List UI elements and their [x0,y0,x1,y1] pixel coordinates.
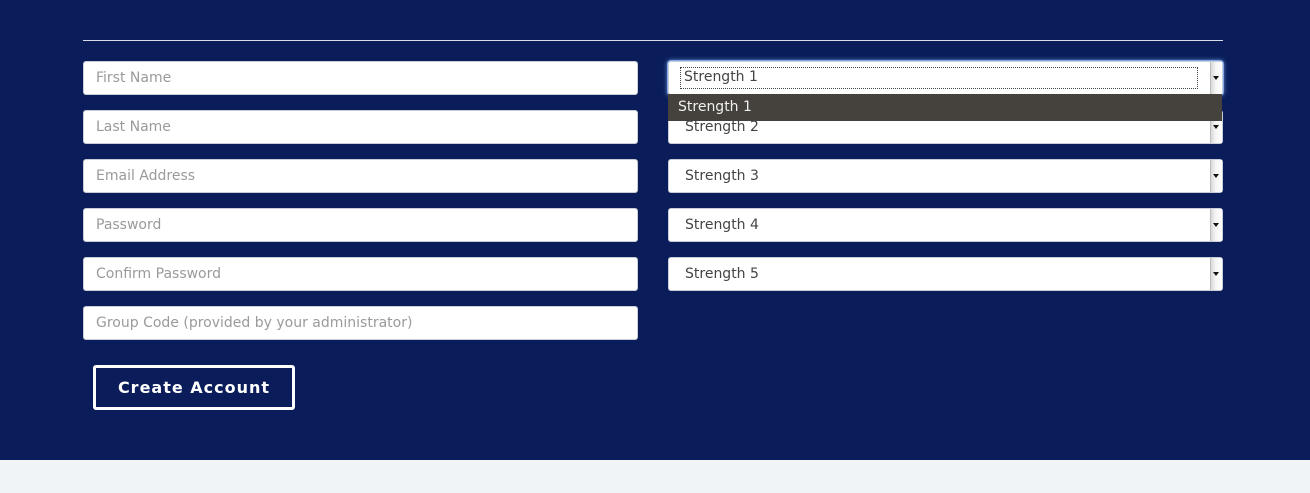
last-name-field[interactable]: Last Name [83,110,638,144]
create-account-button[interactable]: Create Account [93,365,295,410]
strength-5-dropdown-button[interactable] [1210,258,1222,290]
strength-3-value: Strength 3 [685,168,759,184]
strength-4-select[interactable]: Strength 4 [668,208,1223,242]
chevron-down-icon [1213,125,1219,129]
page-footer [0,460,1310,493]
strength-1-value: Strength 1 [680,67,1198,89]
strength-1-select[interactable]: Strength 1 [668,61,1223,95]
strength-1-dropdown-button[interactable] [1210,62,1222,94]
section-divider [83,40,1223,41]
email-field[interactable]: Email Address [83,159,638,193]
strength-4-dropdown-button[interactable] [1210,209,1222,241]
chevron-down-icon [1213,272,1219,276]
strength-5-value: Strength 5 [685,266,759,282]
chevron-down-icon [1213,174,1219,178]
first-name-field[interactable]: First Name [83,61,638,95]
group-code-field[interactable]: Group Code (provided by your administrat… [83,306,638,340]
strength-5-select[interactable]: Strength 5 [668,257,1223,291]
strength-4-value: Strength 4 [685,217,759,233]
strength-1-dropdown-option[interactable]: Strength 1 [668,94,1222,121]
strength-3-dropdown-button[interactable] [1210,160,1222,192]
chevron-down-icon [1213,76,1219,80]
password-field[interactable]: Password [83,208,638,242]
chevron-down-icon [1213,223,1219,227]
confirm-password-field[interactable]: Confirm Password [83,257,638,291]
strength-3-select[interactable]: Strength 3 [668,159,1223,193]
